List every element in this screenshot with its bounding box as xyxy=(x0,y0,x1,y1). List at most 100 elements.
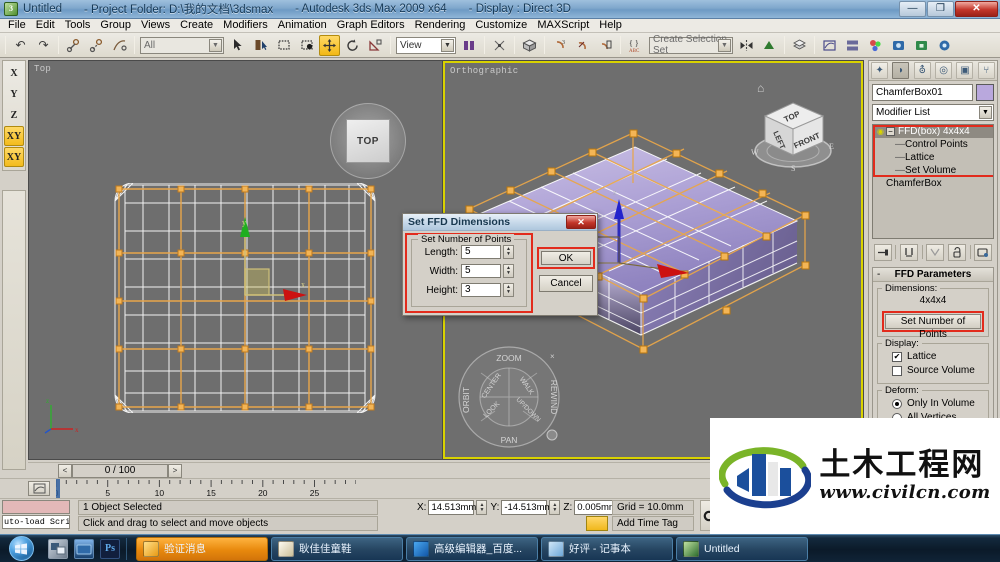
window-crossing-button[interactable] xyxy=(296,35,317,56)
viewcube-orthographic[interactable]: ⌂ W E S TOP LEFT FRONT xyxy=(747,81,839,175)
maximize-button[interactable]: ❐ xyxy=(927,1,954,17)
chevron-down-icon[interactable]: ▼ xyxy=(209,38,222,52)
spinner-width[interactable]: ▲ ▼ xyxy=(503,264,514,278)
maxscript-mini-listener-pink[interactable] xyxy=(2,500,70,514)
rectangular-selection-region-button[interactable] xyxy=(273,35,294,56)
radio-only-in-volume[interactable] xyxy=(892,398,902,409)
menu-item-create[interactable]: Create xyxy=(175,19,218,32)
dialog-cancel-button[interactable]: Cancel xyxy=(539,275,593,292)
spinner-snap-toggle-button[interactable] xyxy=(595,35,616,56)
select-and-rotate-button[interactable] xyxy=(342,35,363,56)
make-unique-icon[interactable] xyxy=(926,243,945,261)
select-and-move-button[interactable] xyxy=(319,34,340,56)
rollout-collapse-icon[interactable]: - xyxy=(877,268,880,281)
stack-item-set-volume[interactable]: —Set Volume xyxy=(873,164,993,177)
modifier-list-combo[interactable]: Modifier List ▼ xyxy=(872,104,994,121)
show-end-result-icon[interactable] xyxy=(900,243,919,261)
modify-tab[interactable]: ◗ xyxy=(892,62,910,79)
chevron-down-icon[interactable]: ▼ xyxy=(718,38,731,52)
close-button[interactable]: ✕ xyxy=(955,1,998,17)
render-production-button[interactable] xyxy=(934,35,955,56)
modifier-stack[interactable]: ◉ − FFD(box) 4x4x4 —Control Points —Lattice —… xyxy=(872,124,994,239)
checkbox-source-volume[interactable] xyxy=(892,365,902,376)
bind-to-space-warp-icon[interactable] xyxy=(109,35,130,56)
axis-constraint-y-1[interactable]: Y xyxy=(4,84,24,104)
axis-constraint-xy-4[interactable]: XY xyxy=(4,147,24,167)
open-mini-curve-editor-button[interactable] xyxy=(28,481,50,496)
select-and-link-icon[interactable] xyxy=(63,35,84,56)
object-color-swatch[interactable] xyxy=(976,84,994,101)
align-button[interactable] xyxy=(759,35,780,56)
input-height[interactable]: 3 xyxy=(461,283,501,297)
rendered-frame-window-button[interactable] xyxy=(911,35,932,56)
viewport-top[interactable]: Top y x TOP z x xyxy=(29,61,443,459)
input-width[interactable]: 5 xyxy=(461,264,501,278)
dialog-ok-button[interactable]: OK xyxy=(541,251,591,265)
time-prev-button[interactable]: < xyxy=(58,463,72,478)
reference-coordinate-system-combo[interactable]: View ▼ xyxy=(396,36,456,54)
render-setup-button[interactable] xyxy=(888,35,909,56)
viewcube-top[interactable]: TOP xyxy=(330,103,406,179)
coord-field-y[interactable]: -14.513mm xyxy=(501,500,552,515)
taskbar-item-0[interactable]: 验证消息 xyxy=(136,536,268,561)
start-button[interactable] xyxy=(2,536,40,562)
viewport-top-label[interactable]: Top xyxy=(34,64,51,74)
menu-item-rendering[interactable]: Rendering xyxy=(410,19,471,32)
taskbar-item-2[interactable]: 高级编辑器_百度... xyxy=(406,536,538,561)
select-and-scale-button[interactable] xyxy=(365,35,386,56)
viewcube-top-face[interactable]: TOP xyxy=(346,119,390,163)
mirror-button[interactable] xyxy=(519,35,540,56)
minimize-button[interactable]: — xyxy=(899,1,926,17)
spinner-length[interactable]: ▲ ▼ xyxy=(503,245,514,259)
axis-constraint-xy-3[interactable]: XY xyxy=(4,126,24,146)
maxscript-mini-listener[interactable]: uto-load Scri xyxy=(2,515,70,529)
axis-constraint-x-0[interactable]: X xyxy=(4,63,24,83)
chevron-down-icon[interactable]: ▼ xyxy=(979,106,992,119)
menu-item-help[interactable]: Help xyxy=(594,19,627,32)
percent-snap-toggle-button[interactable] xyxy=(572,35,593,56)
menu-item-animation[interactable]: Animation xyxy=(273,19,332,32)
taskbar-item-1[interactable]: 耿佳佳童鞋 xyxy=(271,536,403,561)
mirror-selected-objects-button[interactable] xyxy=(736,35,757,56)
named-selection-set-combo[interactable]: Create Selection Set ▼ xyxy=(649,34,733,56)
create-tab[interactable]: ✦ xyxy=(871,62,889,79)
set-ffd-dimensions-dialog[interactable]: Set FFD Dimensions ✕ Set Number of Point… xyxy=(402,213,598,316)
spinner-height[interactable]: ▲ ▼ xyxy=(503,283,514,297)
hierarchy-tab[interactable]: ⛢ xyxy=(913,62,931,79)
taskbar-item-4[interactable]: Untitled xyxy=(676,536,808,561)
viewport-orthographic-label[interactable]: Orthographic xyxy=(450,66,518,76)
taskbar-item-3[interactable]: 好评 - 记事本 xyxy=(541,536,673,561)
chevron-down-icon[interactable]: ▼ xyxy=(441,38,454,52)
display-option-lattice[interactable]: ✔ Lattice xyxy=(892,351,984,362)
snap-toggle-button[interactable] xyxy=(489,35,510,56)
stack-item-control-points[interactable]: —Control Points xyxy=(873,138,993,151)
menu-item-views[interactable]: Views xyxy=(136,19,175,32)
expand-collapse-icon[interactable]: − xyxy=(886,126,895,136)
motion-tab[interactable]: ◎ xyxy=(935,62,953,79)
checkbox-lattice[interactable]: ✔ xyxy=(892,351,902,362)
photoshop-icon[interactable]: Ps xyxy=(100,538,120,559)
undo-button[interactable]: ↶ xyxy=(10,35,31,56)
menu-item-graph-editors[interactable]: Graph Editors xyxy=(332,19,410,32)
menu-item-maxscript[interactable]: MAXScript xyxy=(532,19,594,32)
add-time-tag-button[interactable]: Add Time Tag xyxy=(612,516,694,531)
select-by-name-button[interactable] xyxy=(250,35,271,56)
rollout-header[interactable]: - FFD Parameters xyxy=(873,268,993,282)
menu-item-modifiers[interactable]: Modifiers xyxy=(218,19,273,32)
use-pivot-point-center-button[interactable] xyxy=(459,35,480,56)
unlink-selection-icon[interactable] xyxy=(86,35,107,56)
show-desktop-icon[interactable] xyxy=(48,538,68,559)
stack-item-chamferbox[interactable]: ChamferBox xyxy=(873,177,993,190)
utilities-tab[interactable]: ⑂ xyxy=(977,62,995,79)
menu-item-tools[interactable]: Tools xyxy=(60,19,96,32)
display-option-source-volume[interactable]: Source Volume xyxy=(892,365,984,376)
coord-spinner-y[interactable]: ▲ ▼ xyxy=(549,500,561,515)
input-length[interactable]: 5 xyxy=(461,245,501,259)
display-tab[interactable]: ▣ xyxy=(956,62,974,79)
time-next-button[interactable]: > xyxy=(168,463,182,478)
dialog-close-button[interactable]: ✕ xyxy=(566,215,596,229)
axis-constraint-z-2[interactable]: Z xyxy=(4,105,24,125)
layer-manager-button[interactable] xyxy=(789,35,810,56)
set-number-of-points-button[interactable]: Set Number of Points xyxy=(885,314,981,340)
menu-item-file[interactable]: File xyxy=(3,19,31,32)
